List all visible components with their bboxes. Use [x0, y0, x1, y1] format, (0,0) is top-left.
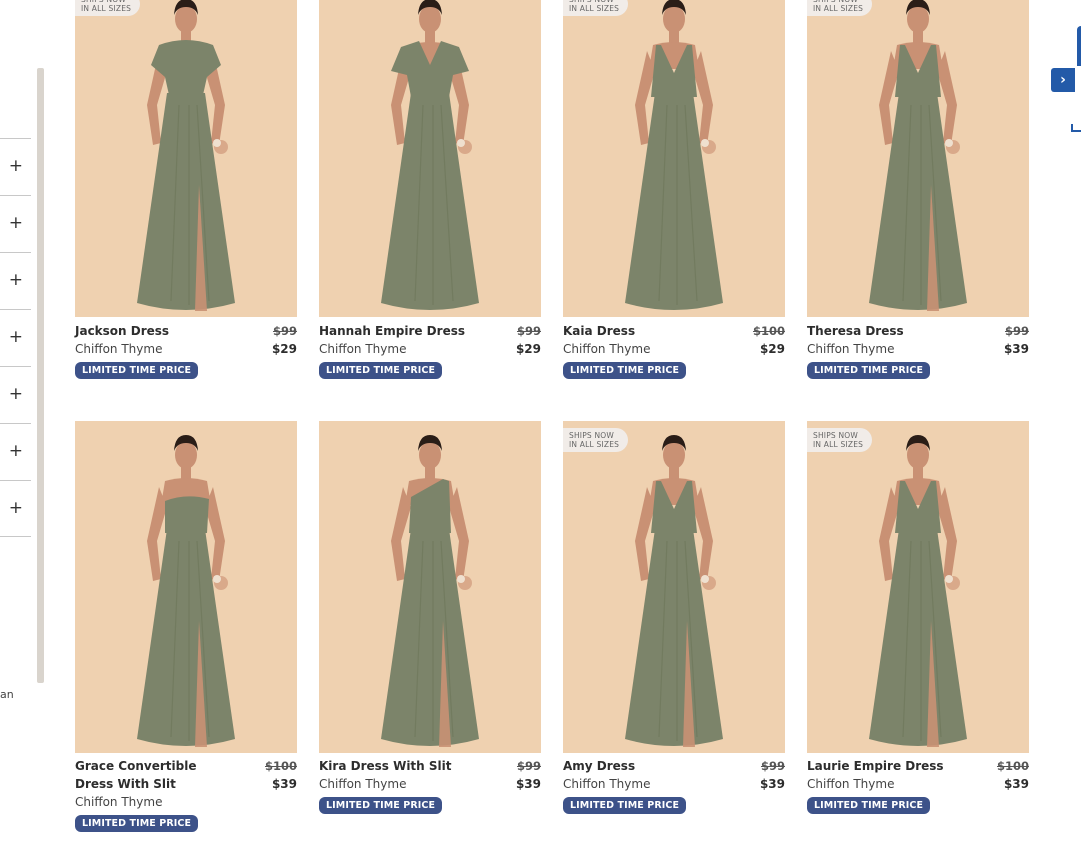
product-name[interactable]: Hannah Empire Dress	[319, 322, 479, 340]
plus-icon[interactable]: +	[9, 215, 23, 232]
sale-price: $39	[515, 777, 541, 791]
limited-time-badge: LIMITED TIME PRICE	[75, 815, 199, 832]
filter-row[interactable]: +	[0, 195, 31, 252]
product-name[interactable]: Laurie Empire Dress	[807, 757, 967, 775]
product-card[interactable]: Grace Convertible Dress With Slit $100 $39…	[75, 421, 297, 844]
product-card[interactable]: Hannah Empire Dress $99 $29 Chiffon Thyme LI…	[319, 0, 541, 435]
product-color: Chiffon Thyme	[75, 795, 163, 809]
plus-icon[interactable]: +	[9, 443, 23, 460]
plus-icon[interactable]: +	[9, 158, 23, 175]
limited-time-badge: LIMITED TIME PRICE	[319, 797, 443, 814]
product-color: Chiffon Thyme	[319, 342, 407, 356]
ships-now-tag: SHIPS NOWIN ALL SIZES	[807, 428, 873, 452]
limited-time-badge: LIMITED TIME PRICE	[563, 797, 687, 814]
filter-row[interactable]: +	[0, 423, 31, 480]
original-price: $99	[516, 759, 541, 773]
limited-time-badge: LIMITED TIME PRICE	[319, 362, 443, 379]
ships-now-line2: IN ALL SIZES	[813, 4, 864, 13]
original-price: $100	[996, 759, 1029, 773]
filter-row[interactable]: +	[0, 309, 31, 366]
product-image[interactable]: SHIPS NOWIN ALL SIZES	[75, 0, 297, 317]
product-name[interactable]: Grace Convertible Dress With Slit	[75, 757, 235, 793]
product-color: Chiffon Thyme	[807, 342, 895, 356]
product-name[interactable]: Theresa Dress	[807, 322, 967, 340]
ships-now-line2: IN ALL SIZES	[81, 4, 132, 13]
product-image[interactable]	[319, 421, 541, 753]
original-price: $99	[760, 759, 785, 773]
product-name[interactable]: Jackson Dress	[75, 322, 235, 340]
filter-list: + + + + + + +	[0, 138, 31, 537]
ships-now-line1: SHIPS NOW	[569, 431, 615, 440]
sale-price: $29	[271, 342, 297, 356]
plus-icon[interactable]: +	[9, 386, 23, 403]
sale-price: $29	[515, 342, 541, 356]
product-image[interactable]	[319, 0, 541, 317]
original-price: $100	[752, 324, 785, 338]
sale-price: $39	[1003, 342, 1029, 356]
filter-row[interactable]: +	[0, 138, 31, 195]
product-name[interactable]: Amy Dress	[563, 757, 723, 775]
plus-icon[interactable]: +	[9, 500, 23, 517]
ships-now-line2: IN ALL SIZES	[813, 440, 864, 449]
ships-now-line1: SHIPS NOW	[813, 431, 859, 440]
product-name[interactable]: Kira Dress With Slit	[319, 757, 479, 775]
product-color: Chiffon Thyme	[319, 777, 407, 791]
ships-now-tag: SHIPS NOWIN ALL SIZES	[563, 0, 629, 16]
original-price: $99	[272, 324, 297, 338]
sale-price: $39	[759, 777, 785, 791]
ships-now-tag: SHIPS NOWIN ALL SIZES	[563, 428, 629, 452]
sidebar-cut-text: an	[0, 688, 14, 701]
limited-time-badge: LIMITED TIME PRICE	[563, 362, 687, 379]
product-card[interactable]: SHIPS NOWIN ALL SIZES Kaia Dress $100 $29 Ch…	[563, 0, 785, 435]
limited-time-badge: LIMITED TIME PRICE	[807, 362, 931, 379]
product-card[interactable]: SHIPS NOW IN ALL SIZES Amy Dress $99 $39 Chif…	[563, 421, 785, 844]
corner-decoration	[1071, 124, 1081, 132]
product-image[interactable]: SHIPS NOWIN ALL SIZES	[563, 0, 785, 317]
original-price: $100	[264, 759, 297, 773]
limited-time-badge: LIMITED TIME PRICE	[807, 797, 931, 814]
sidebar-scrollbar[interactable]	[37, 68, 44, 683]
product-image[interactable]: SHIPS NOWIN ALL SIZES	[807, 421, 1029, 753]
filter-row[interactable]: +	[0, 480, 31, 537]
product-card[interactable]: Kira Dress With Slit $99 $39 Chiffon Thyme L…	[319, 421, 541, 844]
ships-now-tag: SHIPS NOWIN ALL SIZES	[807, 0, 873, 16]
side-panel-tab[interactable]	[1077, 26, 1081, 66]
product-image[interactable]: SHIPS NOWIN ALL SIZES	[807, 0, 1029, 317]
plus-icon[interactable]: +	[9, 329, 23, 346]
ships-now-line2: IN ALL SIZES	[569, 4, 620, 13]
limited-time-badge: LIMITED TIME PRICE	[75, 362, 199, 379]
product-color: Chiffon Thyme	[807, 777, 895, 791]
ships-now-tag: SHIPS NOWIN ALL SIZES	[75, 0, 141, 16]
product-color: Chiffon Thyme	[75, 342, 163, 356]
product-image[interactable]	[75, 421, 297, 753]
ships-now-line2: IN ALL SIZES	[569, 440, 620, 449]
sale-price: $39	[271, 777, 297, 791]
sale-price: $29	[759, 342, 785, 356]
original-price: $99	[1004, 324, 1029, 338]
chevron-right-icon[interactable]: ›	[1051, 68, 1075, 92]
product-card[interactable]: SHIPS NOW IN ALL SIZES Laurie Empire Dress…	[807, 421, 1029, 844]
plus-icon[interactable]: +	[9, 272, 23, 289]
product-color: Chiffon Thyme	[563, 777, 651, 791]
product-name[interactable]: Kaia Dress	[563, 322, 723, 340]
product-color: Chiffon Thyme	[563, 342, 651, 356]
product-card[interactable]: SHIPS NOWIN ALL SIZES Theresa Dress $99 $39…	[807, 0, 1029, 435]
original-price: $99	[516, 324, 541, 338]
product-image[interactable]: SHIPS NOWIN ALL SIZES	[563, 421, 785, 753]
filter-row[interactable]: +	[0, 366, 31, 423]
product-card[interactable]: SHIPS NOWIN ALL SIZES Jackson Dress $99 $29…	[75, 0, 297, 435]
sale-price: $39	[1003, 777, 1029, 791]
filter-row[interactable]: +	[0, 252, 31, 309]
